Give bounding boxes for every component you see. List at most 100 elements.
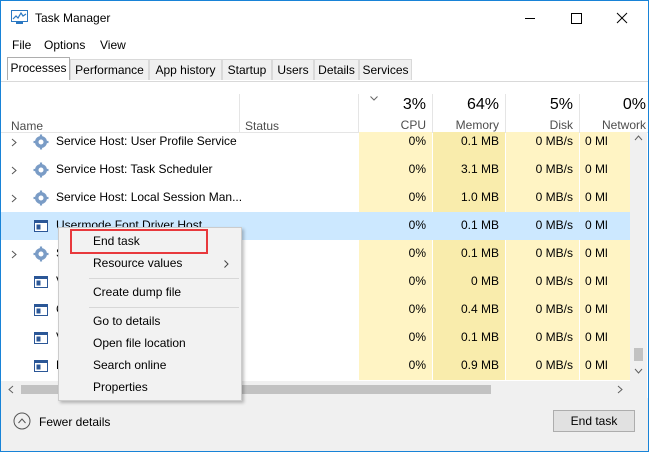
ctx-create-dump-file[interactable]: Create dump file [93, 285, 181, 299]
minimize-icon [525, 18, 535, 19]
scroll-down-icon[interactable] [630, 365, 647, 377]
column-status[interactable]: Status [245, 119, 279, 133]
disk-value: 0 MB/s [535, 134, 573, 148]
menu-options[interactable]: Options [44, 38, 85, 52]
table-row[interactable]: Service Host: User Profile Service 0% 0.1 … [1, 132, 630, 156]
network-value: 0 Ml [585, 218, 608, 232]
expand-chevron-icon[interactable] [11, 166, 17, 175]
scroll-left-icon[interactable] [4, 381, 18, 398]
gear-icon [33, 162, 49, 178]
ctx-resource-values[interactable]: Resource values [93, 256, 182, 270]
memory-value: 0 MB [470, 274, 499, 288]
process-name: Service Host: User Profile Service [56, 134, 237, 148]
disk-label: Disk [549, 118, 573, 132]
tab-startup[interactable]: Startup [222, 59, 272, 80]
task-manager-icon [11, 10, 28, 24]
column-name[interactable]: Name [11, 119, 43, 133]
table-row[interactable]: Service Host: Task Scheduler 0% 3.1 MB 0 MB… [1, 156, 630, 184]
window-icon [33, 274, 49, 290]
memory-total: 64% [466, 96, 499, 113]
cpu-value: 0% [408, 246, 426, 260]
cpu-label: CPU [400, 118, 426, 132]
gear-icon [33, 134, 49, 150]
window-icon [33, 218, 49, 234]
end-task-button[interactable]: End task [553, 410, 635, 432]
memory-value: 0.1 MB [460, 246, 499, 260]
tab-users[interactable]: Users [272, 59, 314, 80]
column-network[interactable]: 0% Network [580, 82, 648, 132]
cpu-value: 0% [408, 274, 426, 288]
ctx-properties[interactable]: Properties [93, 380, 148, 394]
submenu-arrow-icon [224, 260, 229, 268]
expand-chevron-icon[interactable] [11, 250, 17, 259]
title-bar: Task Manager [1, 1, 648, 35]
vertical-scrollbar[interactable] [630, 132, 647, 381]
disk-value: 0 MB/s [535, 358, 573, 372]
ctx-separator [89, 278, 239, 279]
ctx-go-to-details[interactable]: Go to details [93, 314, 160, 328]
scroll-right-icon[interactable] [613, 381, 627, 398]
memory-value: 0.1 MB [460, 218, 499, 232]
tab-processes[interactable]: Processes [7, 57, 70, 80]
ctx-open-file-location[interactable]: Open file location [93, 336, 186, 350]
ctx-search-online[interactable]: Search online [93, 358, 166, 372]
disk-value: 0 MB/s [535, 302, 573, 316]
window-title: Task Manager [35, 11, 111, 25]
memory-value: 1.0 MB [460, 190, 499, 204]
cpu-value: 0% [408, 330, 426, 344]
cpu-value: 0% [408, 162, 426, 176]
network-value: 0 Ml [585, 330, 608, 344]
cpu-value: 0% [408, 218, 426, 232]
memory-value: 3.1 MB [460, 162, 499, 176]
scroll-up-icon[interactable] [630, 132, 647, 144]
minimize-button[interactable] [507, 1, 553, 35]
menu-view[interactable]: View [100, 38, 126, 52]
end-task-highlight-box [70, 229, 208, 254]
fewer-details-link[interactable]: Fewer details [39, 415, 110, 429]
network-value: 0 Ml [585, 358, 608, 372]
network-value: 0 Ml [585, 302, 608, 316]
network-value: 0 Ml [585, 190, 608, 204]
tab-strip: Processes Performance App history Startu… [7, 57, 648, 81]
table-row[interactable]: Service Host: Local Session Man... 0% 1.0 … [1, 184, 630, 212]
gear-icon [33, 190, 49, 206]
cpu-total: 3% [402, 96, 426, 113]
disk-value: 0 MB/s [535, 274, 573, 288]
memory-label: Memory [455, 118, 499, 132]
network-value: 0 Ml [585, 274, 608, 288]
disk-total: 5% [549, 96, 573, 113]
memory-value: 0.1 MB [460, 134, 499, 148]
column-disk[interactable]: 5% Disk [506, 82, 579, 132]
close-icon [616, 12, 628, 24]
maximize-icon [571, 13, 582, 24]
disk-value: 0 MB/s [535, 190, 573, 204]
network-value: 0 Ml [585, 134, 608, 148]
network-total: 0% [622, 96, 646, 113]
maximize-button[interactable] [553, 1, 599, 35]
expand-chevron-icon[interactable] [11, 138, 17, 147]
vertical-scroll-thumb[interactable] [634, 348, 643, 361]
disk-value: 0 MB/s [535, 246, 573, 260]
tab-performance[interactable]: Performance [70, 59, 149, 80]
tab-details[interactable]: Details [314, 59, 359, 80]
column-cpu[interactable]: 3% CPU [359, 82, 432, 132]
column-header: Name Status 3% CPU 64% Memory 5% Disk 0%… [1, 82, 648, 133]
network-value: 0 Ml [585, 246, 608, 260]
menu-bar: File Options View [1, 35, 648, 57]
column-memory[interactable]: 64% Memory [433, 82, 505, 132]
process-name: Service Host: Local Session Man... [56, 190, 243, 204]
network-value: 0 Ml [585, 162, 608, 176]
cpu-value: 0% [408, 302, 426, 316]
memory-value: 0.4 MB [460, 302, 499, 316]
cpu-value: 0% [408, 358, 426, 372]
expand-chevron-icon[interactable] [11, 194, 17, 203]
memory-value: 0.9 MB [460, 358, 499, 372]
close-button[interactable] [599, 1, 645, 35]
column-divider [239, 94, 240, 132]
tab-services[interactable]: Services [359, 59, 412, 80]
disk-value: 0 MB/s [535, 330, 573, 344]
collapse-up-icon[interactable] [13, 412, 31, 430]
tab-app-history[interactable]: App history [149, 59, 222, 80]
window-icon [33, 302, 49, 318]
menu-file[interactable]: File [12, 38, 31, 52]
